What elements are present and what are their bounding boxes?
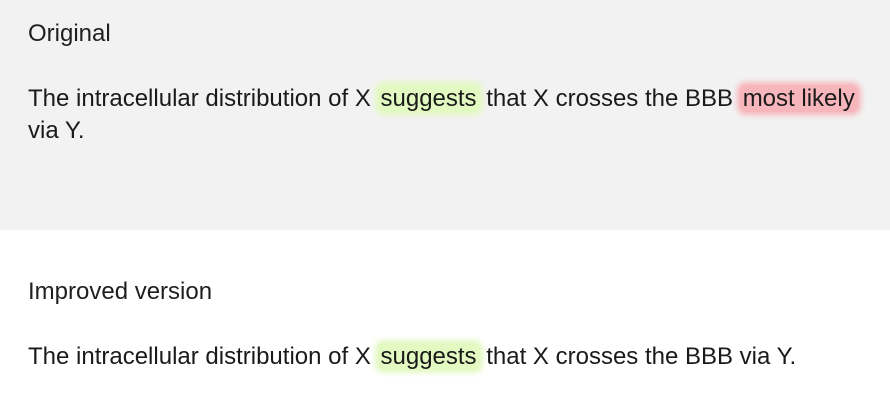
original-panel: Original The intracellular distribution …	[0, 0, 890, 230]
improved-text-after: that X crosses the BBB via Y.	[479, 343, 797, 370]
improved-text-before: The intracellular distribution of X	[28, 343, 378, 370]
improved-sentence: The intracellular distribution of X sugg…	[28, 341, 860, 373]
improved-panel: Improved version The intracellular distr…	[0, 230, 890, 413]
original-sentence: The intracellular distribution of X sugg…	[28, 83, 860, 147]
original-heading: Original	[28, 20, 111, 47]
original-highlight-most-likely: most likely	[739, 85, 858, 112]
original-highlight-suggests: suggests	[377, 85, 480, 112]
original-text-after: via Y.	[28, 117, 85, 144]
original-text-before: The intracellular distribution of X	[28, 85, 378, 112]
improved-highlight-suggests: suggests	[377, 343, 480, 370]
original-text-middle: that X crosses the BBB	[479, 85, 740, 112]
improved-heading: Improved version	[28, 278, 213, 305]
